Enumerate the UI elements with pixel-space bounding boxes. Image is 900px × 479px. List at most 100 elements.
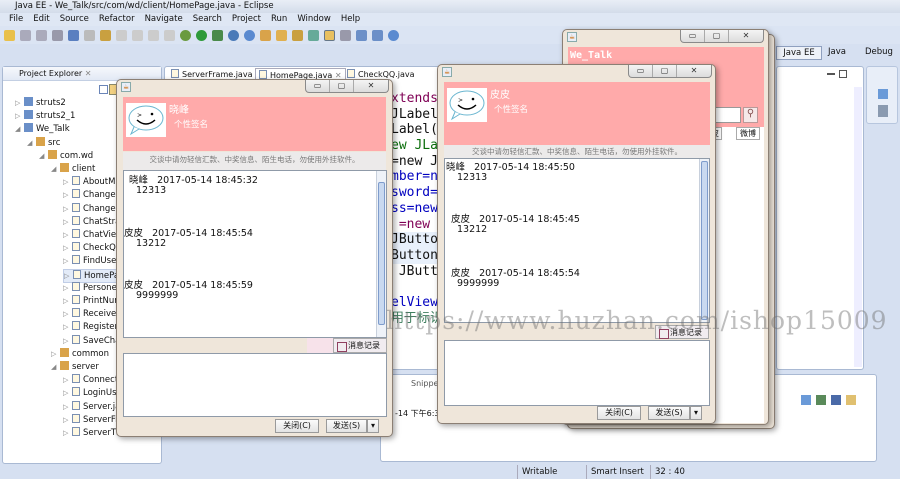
run-icon[interactable] bbox=[196, 29, 207, 41]
collapsed-arrow-icon[interactable]: ▷ bbox=[15, 110, 24, 122]
block-icon[interactable] bbox=[356, 29, 367, 41]
collapsed-arrow-icon[interactable]: ▷ bbox=[63, 427, 72, 439]
expanded-arrow-icon[interactable]: ◢ bbox=[27, 137, 36, 149]
expanded-arrow-icon[interactable]: ◢ bbox=[51, 163, 60, 175]
globe-icon[interactable] bbox=[388, 29, 399, 41]
debug-icon[interactable] bbox=[180, 29, 191, 41]
collapsed-arrow-icon[interactable]: ▷ bbox=[63, 255, 72, 267]
tree-item[interactable]: ▷ struts2 bbox=[15, 97, 66, 109]
tree-item[interactable]: ▷ Connect bbox=[63, 374, 118, 386]
tree-item[interactable]: ▷ ChatView bbox=[63, 229, 123, 241]
collapsed-arrow-icon[interactable]: ▷ bbox=[63, 374, 72, 386]
toggle-icon[interactable] bbox=[68, 29, 79, 41]
collapsed-arrow-icon[interactable]: ▷ bbox=[63, 321, 72, 333]
message-input[interactable] bbox=[123, 353, 387, 417]
open-console-icon[interactable] bbox=[846, 395, 856, 405]
tree-item[interactable]: ▷ ChangeI bbox=[63, 189, 118, 201]
collapsed-arrow-icon[interactable]: ▷ bbox=[63, 335, 72, 347]
tree-item[interactable]: ◢ We_Talk bbox=[15, 123, 70, 135]
open-type-icon[interactable] bbox=[260, 29, 271, 41]
task-list-icon[interactable] bbox=[878, 105, 888, 117]
editor-tab-serverframe[interactable]: ServerFrame.java bbox=[171, 69, 252, 79]
save-all-icon[interactable] bbox=[36, 29, 47, 41]
tree-item[interactable]: ▷ HomePa bbox=[63, 268, 121, 283]
expanded-arrow-icon[interactable]: ◢ bbox=[51, 361, 60, 373]
external-tools-icon[interactable] bbox=[212, 29, 223, 41]
collapsed-arrow-icon[interactable]: ▷ bbox=[63, 308, 72, 320]
close-chat-button[interactable]: 关闭(C) bbox=[275, 419, 319, 433]
editor-tab-checkqq[interactable]: CheckQQ.java bbox=[347, 69, 415, 79]
menu-navigate[interactable]: Navigate bbox=[140, 13, 188, 26]
new-console-icon[interactable] bbox=[816, 395, 826, 405]
expanded-arrow-icon[interactable]: ◢ bbox=[39, 150, 48, 162]
tree-item[interactable]: ▷ Server.ja bbox=[63, 400, 120, 413]
menu-project[interactable]: Project bbox=[227, 13, 266, 26]
tree-item[interactable]: ▷ ReceiveI bbox=[63, 308, 119, 320]
message-input[interactable] bbox=[444, 340, 710, 406]
tree-item[interactable]: ◢ client bbox=[51, 163, 95, 175]
collapsed-arrow-icon[interactable]: ▷ bbox=[63, 242, 72, 254]
resume-icon[interactable] bbox=[132, 29, 143, 41]
close-button[interactable]: ✕ bbox=[677, 65, 711, 77]
terminate-icon[interactable] bbox=[164, 29, 175, 41]
outline-icon[interactable] bbox=[878, 89, 888, 99]
tree-item[interactable]: ▷ ChatStra bbox=[63, 215, 120, 228]
tree-item[interactable]: ▷ struts2_1 bbox=[15, 110, 75, 122]
collapsed-arrow-icon[interactable]: ▷ bbox=[63, 229, 72, 241]
print-icon[interactable] bbox=[52, 29, 63, 41]
annotation-icon[interactable] bbox=[308, 29, 319, 41]
collapsed-arrow-icon[interactable]: ▷ bbox=[63, 203, 72, 215]
minimize-button[interactable]: ▭ bbox=[306, 80, 330, 92]
minimize-button[interactable]: ▭ bbox=[681, 30, 705, 42]
tree-item[interactable]: ◢ server bbox=[51, 361, 99, 373]
run-last-icon[interactable] bbox=[84, 29, 95, 41]
menu-help[interactable]: Help bbox=[336, 13, 365, 26]
wizard-icon[interactable] bbox=[100, 29, 111, 41]
minimize-button[interactable]: ▭ bbox=[629, 65, 653, 77]
tree-item[interactable]: ▷ ChangeI bbox=[63, 202, 118, 215]
collapsed-arrow-icon[interactable]: ▷ bbox=[63, 189, 72, 201]
collapsed-arrow-icon[interactable]: ▷ bbox=[15, 97, 24, 109]
search-tool-icon[interactable] bbox=[292, 29, 303, 41]
collapsed-arrow-icon[interactable]: ▷ bbox=[63, 414, 72, 426]
message-history-button[interactable]: 消息记录 bbox=[333, 338, 387, 353]
tree-item[interactable]: ▷ FindUse bbox=[63, 255, 116, 267]
scrollbar-thumb[interactable] bbox=[701, 161, 708, 320]
tab-weibo[interactable]: 微博 bbox=[736, 127, 760, 140]
menu-file[interactable]: File bbox=[4, 13, 28, 26]
tree-item[interactable]: ▷ Register bbox=[63, 321, 118, 333]
menu-window[interactable]: Window bbox=[292, 13, 336, 26]
tree-item[interactable]: ▷ CheckQ bbox=[63, 242, 116, 254]
collapsed-arrow-icon[interactable]: ▷ bbox=[63, 216, 72, 228]
whitespace-icon[interactable] bbox=[372, 29, 383, 41]
maximize-icon[interactable] bbox=[839, 70, 847, 78]
menu-edit[interactable]: Edit bbox=[28, 13, 54, 26]
pin-console-icon[interactable] bbox=[801, 395, 811, 405]
collapsed-arrow-icon[interactable]: ▷ bbox=[63, 282, 72, 294]
search-icon[interactable]: ⚲ bbox=[743, 107, 758, 123]
close-button[interactable]: ✕ bbox=[354, 80, 388, 92]
tree-item[interactable]: ▷ ServerFr bbox=[63, 413, 119, 426]
new-icon[interactable] bbox=[4, 29, 15, 41]
open-folder-icon[interactable] bbox=[276, 29, 287, 41]
collapsed-arrow-icon[interactable]: ▷ bbox=[51, 348, 60, 360]
send-options-dropdown[interactable]: ▾ bbox=[690, 406, 702, 420]
mark-icon[interactable] bbox=[340, 29, 351, 41]
tree-item[interactable]: ▷ common bbox=[51, 347, 109, 360]
save-icon[interactable] bbox=[20, 29, 31, 41]
maximize-button[interactable]: ▢ bbox=[330, 80, 354, 92]
send-button[interactable]: 发送(S) bbox=[648, 406, 690, 420]
tree-item[interactable]: ▷ AboutM bbox=[63, 176, 115, 188]
menu-source[interactable]: Source bbox=[55, 13, 94, 26]
perspective-debug[interactable]: Debug bbox=[865, 47, 893, 57]
maximize-button[interactable]: ▢ bbox=[653, 65, 677, 77]
collapsed-arrow-icon[interactable]: ▷ bbox=[63, 176, 72, 188]
collapse-all-icon[interactable] bbox=[99, 85, 108, 94]
server-icon[interactable] bbox=[228, 29, 239, 41]
tree-item[interactable]: ◢ com.wd bbox=[39, 149, 93, 162]
web-service-icon[interactable] bbox=[244, 29, 255, 41]
highlight-icon[interactable] bbox=[324, 29, 335, 41]
message-scrollbar[interactable] bbox=[699, 159, 709, 322]
snippets-tab[interactable]: Snippe bbox=[411, 379, 438, 388]
send-options-dropdown[interactable]: ▾ bbox=[367, 419, 379, 433]
